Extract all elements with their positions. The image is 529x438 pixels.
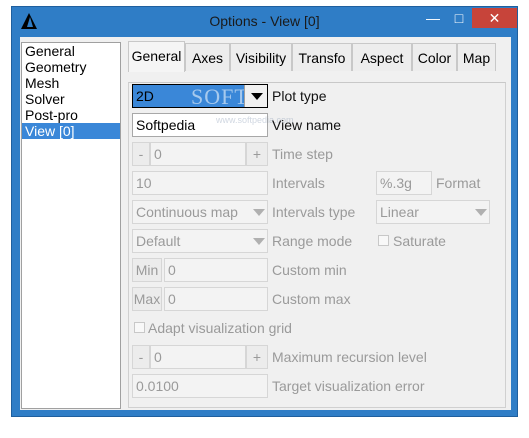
custom-max-button[interactable]: Max <box>132 287 162 311</box>
recursion-decrement[interactable]: - <box>132 345 150 369</box>
format-input[interactable]: %.3g <box>376 171 432 195</box>
plot-type-dropdown-button[interactable] <box>244 85 267 107</box>
saturate-label: Saturate <box>393 233 446 249</box>
scale-type-value: Linear <box>380 204 419 220</box>
tree-item-mesh[interactable]: Mesh <box>22 75 120 91</box>
custom-min-button[interactable]: Min <box>132 258 162 282</box>
minimize-button[interactable]: — <box>420 8 446 28</box>
custom-min-input[interactable]: 0 <box>164 258 268 282</box>
softpedia-watermark: SOFT <box>191 84 249 109</box>
tab-aspect[interactable]: Aspect <box>352 43 412 71</box>
plot-type-value: 2D <box>136 88 154 104</box>
plot-type-select[interactable]: 2D SOFT <box>132 84 268 109</box>
tab-transfo[interactable]: Transfo <box>292 43 352 71</box>
custom-max-label: Custom max <box>272 291 351 307</box>
time-step-decrement[interactable]: - <box>132 142 150 166</box>
title-bar[interactable]: Options - View [0] — □ ✕ <box>12 7 517 35</box>
view-name-label: View name <box>272 117 342 133</box>
adapt-grid-checkbox[interactable] <box>134 322 145 333</box>
target-error-input[interactable]: 0.0100 <box>132 374 268 398</box>
time-step-input[interactable]: 0 <box>150 142 246 166</box>
scale-type-select[interactable]: Linear <box>376 200 490 224</box>
intervals-label: Intervals <box>272 175 325 191</box>
time-step-label: Time step <box>272 146 333 162</box>
max-recursion-label: Maximum recursion level <box>272 349 427 365</box>
range-mode-value: Default <box>136 233 181 249</box>
tab-color[interactable]: Color <box>412 43 457 71</box>
saturate-checkbox[interactable] <box>378 235 389 246</box>
intervals-type-label: Intervals type <box>272 204 356 220</box>
intervals-type-value: Continuous map <box>136 204 238 220</box>
custom-min-label: Custom min <box>272 262 347 278</box>
target-error-label: Target visualization error <box>272 378 425 394</box>
format-label: Format <box>436 175 481 191</box>
tree-item-post-pro[interactable]: Post-pro <box>22 107 120 123</box>
maximize-button[interactable]: □ <box>446 8 472 28</box>
close-button[interactable]: ✕ <box>472 8 517 28</box>
category-tree[interactable]: General Geometry Mesh Solver Post-pro Vi… <box>21 42 121 409</box>
time-step-increment[interactable]: + <box>246 142 268 166</box>
tab-axes[interactable]: Axes <box>185 43 230 71</box>
plot-type-label: Plot type <box>272 88 327 104</box>
recursion-input[interactable]: 0 <box>150 345 246 369</box>
tab-visibility[interactable]: Visibility <box>230 43 292 71</box>
chevron-down-icon <box>475 209 487 216</box>
chevron-down-icon <box>253 209 265 216</box>
tree-item-view-0[interactable]: View [0] <box>22 123 120 139</box>
adapt-grid-label: Adapt visualization grid <box>148 320 292 336</box>
recursion-increment[interactable]: + <box>246 345 268 369</box>
tab-general[interactable]: General <box>128 41 185 72</box>
options-window: Options - View [0] — □ ✕ General Geometr… <box>11 6 518 417</box>
chevron-down-icon <box>251 93 263 100</box>
range-mode-label: Range mode <box>272 233 353 249</box>
custom-max-input[interactable]: 0 <box>164 287 268 311</box>
intervals-type-select[interactable]: Continuous map <box>132 200 268 224</box>
chevron-down-icon <box>253 238 265 245</box>
intervals-input[interactable]: 10 <box>132 171 268 195</box>
window-client-area: General Geometry Mesh Solver Post-pro Vi… <box>20 37 511 410</box>
tree-item-solver[interactable]: Solver <box>22 91 120 107</box>
tree-item-geometry[interactable]: Geometry <box>22 59 120 75</box>
range-mode-select[interactable]: Default <box>132 229 268 253</box>
tab-map[interactable]: Map <box>457 43 496 71</box>
tree-item-general[interactable]: General <box>22 43 120 59</box>
